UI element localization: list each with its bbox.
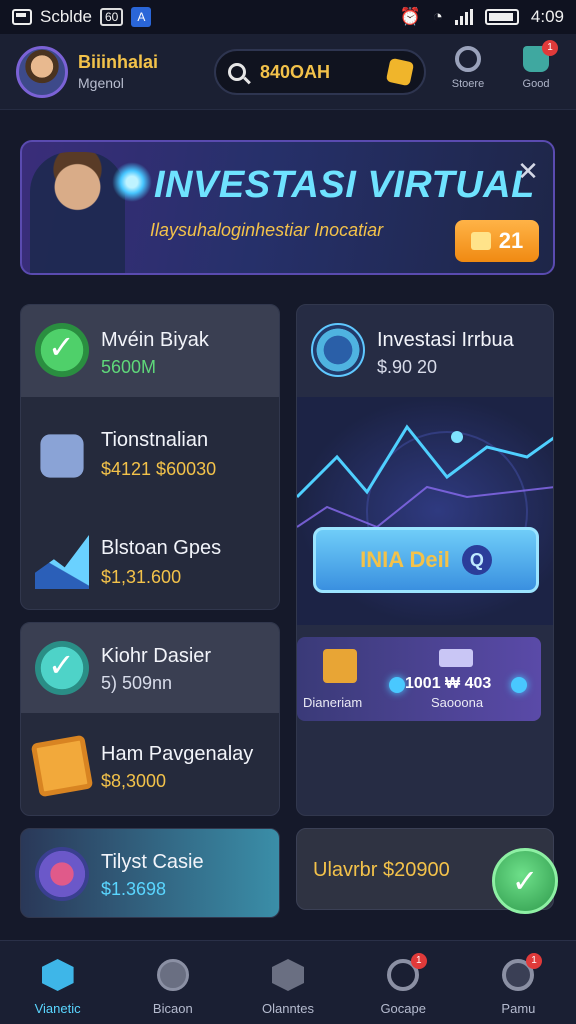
nav-badge: 1 [526,953,543,969]
signal-icon [454,9,473,25]
list-item-value: 5600M [101,357,157,377]
list-item[interactable]: Kiohr Dasier 5) 509nn [21,623,279,713]
cta-label: INIA Deil [360,547,450,572]
list-item-value: $8,3000 [101,771,167,791]
nav-label: Vianetic [34,1001,81,1016]
globe-icon [311,323,365,377]
cube-icon [41,959,74,991]
alarm-icon: ⏰ [399,7,421,26]
list-item[interactable]: Tionstnalian $4121 $60030 [21,405,279,505]
store-label: Stoere [451,78,485,90]
reward-value: 1001 ₩ 403 [405,675,492,692]
ticket-count: 21 [498,228,524,253]
ticket-icon [470,232,491,250]
close-icon[interactable]: ✕ [513,156,543,186]
list-item-value: 5) 509nn [101,673,173,693]
list-item[interactable]: Blstoan Gpes $1,31.600 [21,511,279,609]
reward-right-label: Saooona [431,695,484,710]
picture-frame-icon [30,734,94,798]
avatar[interactable] [16,45,68,98]
nav-item-home[interactable]: Vianetic [0,941,115,1024]
cart-label: Good [522,78,550,90]
list-item-title: Kiohr Dasier [101,645,212,667]
balance-text: Ulavrbr $20900 [313,859,450,881]
reward-panel[interactable]: Dianeriam 1001 ₩ 403 Saooona [297,637,541,721]
nav-badge: 1 [410,953,427,969]
list-item[interactable]: Ham Pavgenalay $8,3000 [21,719,279,815]
cart-badge: 1 [542,40,558,56]
user-subtitle: Mgenol [78,75,124,91]
search-input[interactable] [260,61,380,83]
battery-icon [484,9,519,25]
check-shield-icon [35,323,89,377]
banner-title: INVESTASI VIRTUAL [154,164,535,206]
list-item-title: Blstoan Gpes [101,537,222,559]
list-item-title: Tilyst Casie [101,851,204,873]
bottom-nav: Vianetic Bicaon Olanntes 1 Gocape 1 Pamu [0,940,576,1024]
user-block: Biiinhalai Mgenol [78,52,158,91]
nav-label: Olanntes [261,1001,315,1016]
investor-avatar-illustration [30,152,125,273]
nav-label: Pamu [501,1001,536,1016]
investment-card: Investasi Irrbua $.90 20 INIA Deil Q Dia… [296,304,554,816]
list-item[interactable]: Tilyst Casie $1.3698 [21,829,279,917]
status-left-text: Scblde [40,7,92,26]
check-badge-icon [35,641,89,695]
status-chip: 60 [99,8,124,26]
status-time: 4:09 [530,7,564,26]
asset-list-card-secondary: Kiohr Dasier 5) 509nn Ham Pavgenalay $8,… [20,622,280,816]
list-item-value: $1.3698 [101,879,167,899]
app-badge-icon: A [131,7,152,27]
store-icon [455,46,481,72]
asset-list-card: Mvéin Biyak 5600M Tionstnalian $4121 $60… [20,304,280,610]
list-item[interactable]: Mvéin Biyak 5600M [21,305,279,397]
investment-value: $.90 20 [377,357,438,377]
banner-subtitle: Ilaysuhaloginhestiar Inocatiar [150,220,384,240]
search-bar[interactable] [214,49,426,95]
layers-icon [272,959,304,991]
box-icon [323,649,357,683]
wifi-icon: ◔ [432,7,443,26]
glow-icon [112,162,152,202]
target-icon [35,847,89,901]
invest-cta-button[interactable]: INIA Deil Q [313,527,539,593]
list-item-title: Tionstnalian [101,429,209,451]
status-bar: Scblde 60 A ⏰ ◔ 4:09 [0,0,576,34]
nav-item-explore[interactable]: 1 Gocape [346,941,461,1024]
robot-icon [40,434,84,478]
nav-item-settings[interactable]: 1 Pamu [461,941,576,1024]
list-item-title: Ham Pavgenalay [101,743,254,765]
glow-dot-icon [389,677,405,693]
nav-item-assets[interactable]: Olanntes [230,941,345,1024]
reward-left-label: Dianeriam [303,695,363,710]
network-chart: INIA Deil Q [297,397,553,625]
notification-icon [12,9,32,25]
store-button[interactable]: Stoere [440,46,496,90]
list-item-value: $1,31.600 [101,567,182,587]
nav-label: Bicaon [152,1001,193,1016]
cta-q-icon: Q [461,545,492,575]
confirm-fab-button[interactable]: ✓ [492,848,558,914]
user-name: Biiinhalai [78,52,159,72]
asset-list-card-tertiary: Tilyst Casie $1.3698 [20,828,280,918]
list-item-value: $4121 $60030 [101,459,217,479]
ticket-badge-button[interactable]: 21 [455,220,539,262]
cart-button[interactable]: 1 Good [508,40,564,90]
trend-chart-icon [35,535,89,589]
user-icon [156,959,189,991]
investment-title: Investasi Irrbua [377,329,514,351]
glow-dot-icon [511,677,527,693]
promo-banner[interactable]: INVESTASI VIRTUAL Ilaysuhaloginhestiar I… [20,140,555,275]
nav-label: Gocape [380,1001,426,1016]
coin-tag-icon [385,57,415,87]
nav-item-profile[interactable]: Bicaon [115,941,230,1024]
list-item-title: Mvéin Biyak [101,329,209,351]
app-header: Biiinhalai Mgenol Stoere 1 Good [0,34,576,110]
search-icon [228,63,246,81]
gem-icon [439,649,473,667]
